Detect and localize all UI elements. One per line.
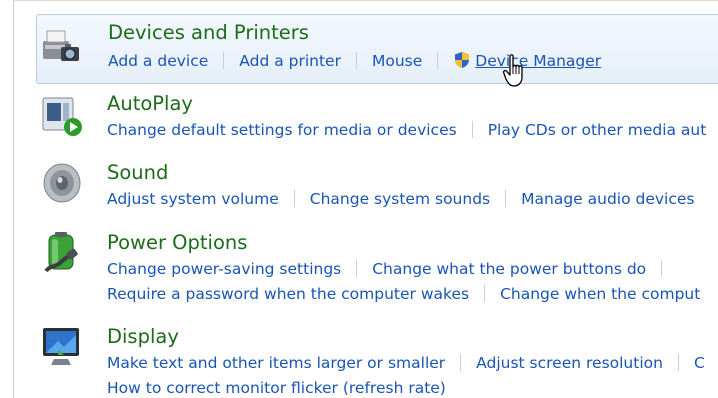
adjust-volume-link[interactable]: Adjust system volume bbox=[107, 190, 279, 208]
link-separator bbox=[356, 260, 358, 277]
link-separator bbox=[661, 260, 663, 277]
link-separator bbox=[223, 52, 225, 69]
category-links: Adjust system volume Change system sounds… bbox=[107, 190, 695, 208]
play-cds-link[interactable]: Play CDs or other media aut bbox=[488, 121, 707, 139]
category-links-row1: Change power-saving settings Change what … bbox=[107, 260, 677, 278]
link-separator bbox=[355, 52, 357, 69]
printer-camera-icon bbox=[43, 30, 79, 61]
link-separator bbox=[437, 52, 439, 69]
add-printer-link[interactable]: Add a printer bbox=[239, 52, 341, 70]
text-size-link[interactable]: Make text and other items larger or smal… bbox=[107, 354, 445, 372]
autoplay-icon bbox=[42, 97, 82, 136]
category-power-options[interactable]: Power Options Change power-saving settin… bbox=[28, 229, 718, 309]
speaker-icon bbox=[43, 163, 81, 203]
change-power-buttons-link[interactable]: Change what the power buttons do bbox=[372, 260, 646, 278]
category-links-row2: How to correct monitor flicker (refresh … bbox=[107, 379, 446, 397]
monitor-icon bbox=[43, 328, 79, 365]
require-password-link[interactable]: Require a password when the computer wak… bbox=[107, 285, 469, 303]
hand-pointer-icon bbox=[503, 54, 523, 87]
category-title[interactable]: Power Options bbox=[107, 231, 247, 254]
category-links-row1: Make text and other items larger or smal… bbox=[107, 354, 705, 372]
category-autoplay[interactable]: AutoPlay Change default settings for med… bbox=[28, 90, 718, 150]
manage-audio-devices-link[interactable]: Manage audio devices bbox=[521, 190, 694, 208]
category-links-row2: Require a password when the computer wak… bbox=[107, 285, 700, 303]
change-autoplay-defaults-link[interactable]: Change default settings for media or dev… bbox=[107, 121, 457, 139]
category-display[interactable]: Display Make text and other items larger… bbox=[28, 323, 718, 398]
device-manager-link[interactable]: Device Manager bbox=[475, 52, 601, 70]
category-sound[interactable]: Sound Adjust system volume Change system … bbox=[28, 159, 718, 219]
adjust-resolution-link[interactable]: Adjust screen resolution bbox=[476, 354, 663, 372]
change-power-saving-link[interactable]: Change power-saving settings bbox=[107, 260, 341, 278]
battery-plug-icon bbox=[44, 232, 78, 273]
link-separator bbox=[460, 354, 462, 371]
link-separator bbox=[293, 190, 295, 207]
category-devices-and-printers[interactable]: Devices and Printers Add a device Add a p… bbox=[36, 14, 718, 84]
link-separator bbox=[484, 285, 486, 302]
truncated-link[interactable]: C bbox=[694, 354, 705, 372]
category-title[interactable]: Sound bbox=[107, 161, 168, 184]
monitor-flicker-link[interactable]: How to correct monitor flicker (refresh … bbox=[107, 379, 446, 397]
add-device-link[interactable]: Add a device bbox=[108, 52, 208, 70]
window-border-top bbox=[13, 0, 718, 1]
link-separator bbox=[471, 121, 473, 138]
category-title[interactable]: Devices and Printers bbox=[108, 21, 309, 44]
link-separator bbox=[677, 354, 679, 371]
window-border-left bbox=[13, 0, 14, 398]
category-links: Change default settings for media or dev… bbox=[107, 121, 706, 139]
mouse-link[interactable]: Mouse bbox=[372, 52, 422, 70]
category-title[interactable]: AutoPlay bbox=[107, 92, 193, 115]
change-sleep-link[interactable]: Change when the comput bbox=[500, 285, 700, 303]
uac-shield-icon bbox=[455, 52, 470, 68]
link-separator bbox=[505, 190, 507, 207]
category-title[interactable]: Display bbox=[107, 325, 179, 348]
change-system-sounds-link[interactable]: Change system sounds bbox=[310, 190, 490, 208]
